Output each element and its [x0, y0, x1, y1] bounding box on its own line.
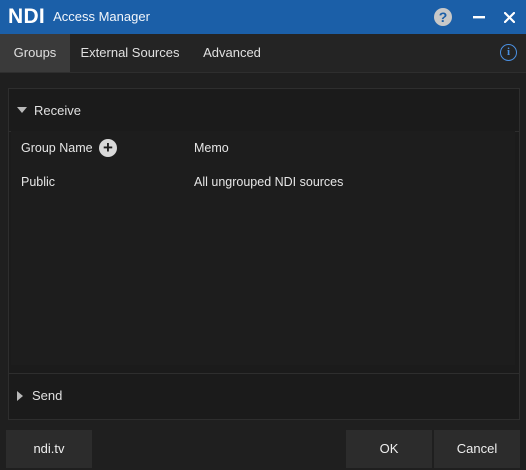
memo-cell: All ungrouped NDI sources — [194, 175, 344, 189]
minimize-icon — [473, 16, 485, 19]
close-icon — [503, 11, 515, 23]
send-section-header[interactable]: Send — [9, 373, 519, 417]
tab-advanced[interactable]: Advanced — [196, 34, 268, 72]
receive-label: Receive — [34, 102, 81, 118]
group-name-cell: Public — [21, 175, 56, 189]
table-row[interactable]: Public All ungrouped NDI sources — [11, 165, 515, 199]
tab-groups[interactable]: Groups — [0, 34, 70, 72]
receive-section-header[interactable]: Receive — [9, 89, 519, 132]
table-header-row: Group Name + Memo — [11, 131, 515, 165]
column-header-group-name: Group Name — [21, 141, 93, 155]
footer-bar: ndi.tv OK Cancel — [0, 428, 526, 470]
groups-panel: Receive Group Name + Memo Public All ung… — [8, 88, 520, 420]
cancel-button[interactable]: Cancel — [434, 430, 520, 468]
send-label: Send — [32, 388, 63, 403]
expand-triangle-down-icon — [17, 107, 27, 113]
window-title: Access Manager — [53, 9, 150, 24]
expand-triangle-right-icon — [17, 390, 23, 401]
ndi-website-button[interactable]: ndi.tv — [6, 430, 92, 468]
help-button[interactable]: ? — [428, 0, 458, 34]
tab-bar: Groups External Sources Advanced i — [0, 34, 526, 73]
tab-external-sources[interactable]: External Sources — [78, 34, 182, 72]
receive-groups-table: Group Name + Memo Public All ungrouped N… — [11, 131, 515, 365]
column-header-memo: Memo — [194, 141, 229, 155]
info-icon[interactable]: i — [500, 44, 517, 61]
add-group-button[interactable]: + — [99, 139, 117, 157]
title-bar: NDI Access Manager ? — [0, 0, 526, 34]
ok-button[interactable]: OK — [346, 430, 432, 468]
ndi-logo: NDI — [8, 5, 46, 28]
help-icon: ? — [434, 8, 452, 26]
minimize-button[interactable] — [464, 0, 494, 34]
close-button[interactable] — [494, 0, 524, 34]
